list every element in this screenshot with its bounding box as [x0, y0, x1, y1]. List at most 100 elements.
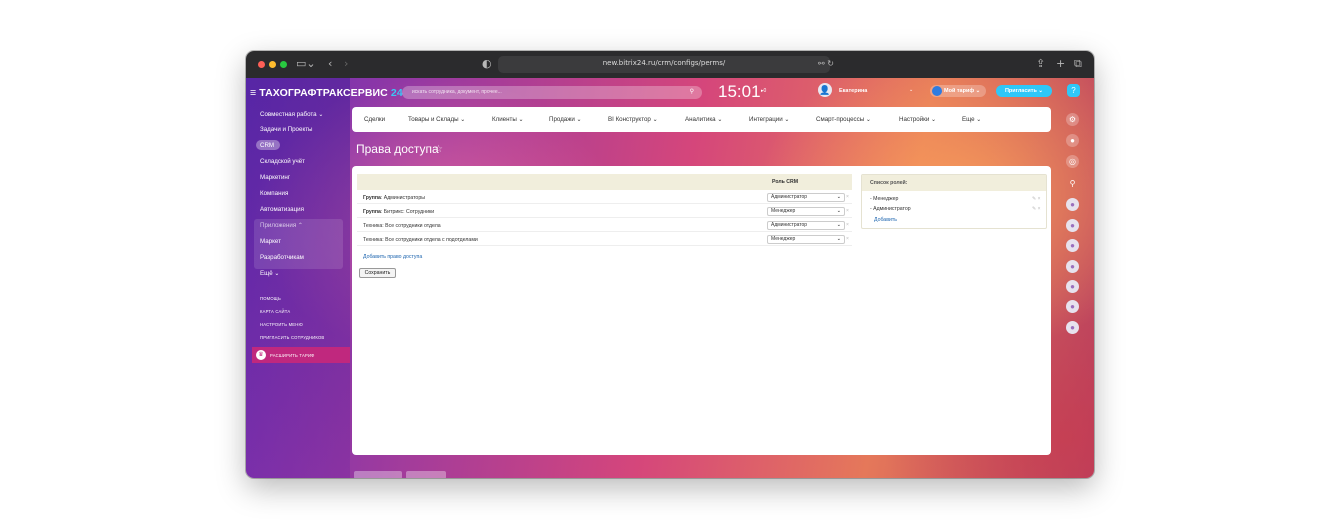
address-bar[interactable]: new.bitrix24.ru/crm/configs/perms/ [498, 56, 830, 73]
search-placeholder: искать сотрудника, документ, прочее... [412, 89, 502, 95]
translate-icon[interactable]: ⚯ ↻ [818, 57, 834, 71]
brand-name: ТАХОГРАФТРАКСЕРВИС [259, 87, 388, 99]
row-label: Техника: Все сотрудники отдела с подотде… [363, 237, 478, 243]
chevron-down-icon: ⌄ [836, 222, 841, 228]
user-menu-chevron-icon[interactable]: ⌄ [909, 87, 913, 93]
forward-icon[interactable]: › [344, 57, 348, 71]
sidebar-item-marketing[interactable]: Маркетинг [260, 174, 290, 181]
row-label: Группа: Администраторы [363, 195, 425, 201]
share-icon[interactable]: ⇪ [1036, 57, 1045, 71]
sidebar-item-company[interactable]: Компания [260, 190, 288, 197]
delete-row-icon[interactable]: × [846, 208, 849, 214]
role-select[interactable]: Менеджер ⌄ [767, 235, 845, 244]
nav-item-clients[interactable]: Клиенты ⌄ [492, 116, 524, 123]
row-label: Техника: Все сотрудники отдела [363, 223, 441, 229]
user-avatar[interactable]: 👤 [818, 83, 832, 97]
clock[interactable]: 15:01 [718, 82, 761, 102]
edit-delete-role-icon[interactable]: ✎ × [1032, 206, 1041, 212]
contact-avatar-4[interactable]: ● [1066, 260, 1079, 273]
upgrade-label: расширить тариф [270, 353, 315, 358]
search-icon: ⚲ [689, 89, 694, 95]
delete-row-icon[interactable]: × [846, 236, 849, 242]
bitrix-page: ≡ ТАХОГРАФТРАКСЕРВИС 24 Совместная работ… [246, 78, 1094, 478]
crm-nav-bar: Сделки Товары и Склады ⌄ Клиенты ⌄ Прода… [352, 107, 1051, 132]
sidebar-link-configure-menu[interactable]: настроить меню [260, 322, 303, 327]
brand-suffix: 24 [390, 87, 403, 99]
notifications-icon[interactable]: ● [1066, 134, 1079, 147]
role-select[interactable]: Администратор ⌄ [767, 193, 845, 202]
permissions-panel: Роль CRM Группа: Администраторы Админист… [352, 166, 1051, 455]
column-header-role: Роль CRM [772, 179, 799, 185]
sidebar-link-sitemap[interactable]: карта сайта [260, 309, 290, 314]
invite-button[interactable]: Пригласить ⌄ [996, 85, 1052, 97]
sidebar-item-tasks[interactable]: Задачи и Проекты [260, 126, 313, 133]
sidebar-item-market[interactable]: Маркет [260, 238, 281, 245]
nav-item-settings[interactable]: Настройки ⌄ [899, 116, 936, 123]
role-select[interactable]: Администратор ⌄ [767, 221, 845, 230]
workday-play-icon[interactable]: ▸0 [761, 88, 766, 94]
invite-label: Пригласить [1004, 88, 1037, 94]
sidebar-item-developers[interactable]: Разработчикам [260, 254, 304, 261]
table-row: Группа: Битрикс: Сотрудники Менеджер ⌄ × [357, 205, 852, 218]
nav-item-integrations[interactable]: Интеграции ⌄ [749, 116, 790, 123]
nav-item-sales[interactable]: Продажи ⌄ [549, 116, 582, 123]
edit-delete-role-icon[interactable]: ✎ × [1032, 196, 1041, 202]
plan-icon [932, 86, 942, 96]
role-item-admin[interactable]: - Администратор [870, 206, 911, 212]
sidebar-item-automation[interactable]: Автоматизация [260, 206, 304, 213]
sidebar-item-inventory[interactable]: Складской учёт [260, 158, 305, 165]
page-title: Права доступа [356, 142, 439, 156]
save-button[interactable]: Сохранить [359, 268, 396, 278]
zoom-window-button[interactable] [280, 61, 287, 68]
new-tab-icon[interactable]: + [1056, 57, 1065, 71]
nav-item-deals[interactable]: Сделки [364, 116, 385, 123]
footer-button[interactable] [354, 471, 402, 478]
sidebar-toggle-icon[interactable]: ▭⌄ [296, 57, 316, 71]
minimize-window-button[interactable] [269, 61, 276, 68]
nav-item-smart-processes[interactable]: Смарт-процессы ⌄ [816, 116, 871, 123]
sidebar-link-help[interactable]: помощь [260, 296, 281, 301]
sidebar-item-collab[interactable]: Совместная работа ⌄ [260, 111, 324, 118]
nav-item-more[interactable]: Еще ⌄ [962, 116, 982, 123]
search-input[interactable]: искать сотрудника, документ, прочее... ⚲ [402, 86, 702, 99]
contacts-search-icon[interactable]: ⚲ [1066, 177, 1079, 190]
hamburger-icon[interactable]: ≡ [250, 87, 259, 99]
sidebar-item-apps[interactable]: Приложения ⌃ [260, 222, 303, 229]
shield-icon[interactable]: ◐ [482, 57, 492, 71]
chat-icon[interactable]: ◎ [1066, 155, 1079, 168]
favorite-star-icon[interactable]: ☆ [434, 144, 443, 155]
upgrade-plan-button[interactable]: ♛ расширить тариф [252, 347, 350, 363]
add-access-link[interactable]: Добавить право доступа [363, 254, 422, 260]
portal-brand[interactable]: ≡ ТАХОГРАФТРАКСЕРВИС 24 [250, 87, 403, 99]
nav-item-products[interactable]: Товары и Склады ⌄ [408, 116, 465, 123]
contact-avatar-7[interactable]: ● [1066, 321, 1079, 334]
delete-row-icon[interactable]: × [846, 194, 849, 200]
nav-item-bi[interactable]: BI Конструктор ⌄ [608, 116, 658, 123]
contact-avatar-6[interactable]: ● [1066, 300, 1079, 313]
role-select[interactable]: Менеджер ⌄ [767, 207, 845, 216]
contact-avatar-5[interactable]: ● [1066, 280, 1079, 293]
my-plan-label: Мой тариф [944, 88, 975, 94]
role-item-manager[interactable]: - Менеджер [870, 196, 898, 202]
roles-list-title: Список ролей: [862, 175, 1046, 191]
browser-toolbar: ▭⌄ ‹ › ◐ new.bitrix24.ru/crm/configs/per… [246, 51, 1094, 78]
sidebar-item-crm[interactable]: CRM [260, 142, 274, 149]
nav-item-analytics[interactable]: Аналитика ⌄ [685, 116, 723, 123]
back-icon[interactable]: ‹ [328, 57, 332, 71]
roles-list-box: Список ролей: - Менеджер ✎ × - Администр… [861, 174, 1047, 229]
settings-icon[interactable]: ⚙ [1066, 113, 1079, 126]
chevron-down-icon: ⌄ [836, 208, 841, 214]
contact-avatar-3[interactable]: ● [1066, 239, 1079, 252]
permissions-table-header: Роль CRM [357, 174, 852, 190]
delete-row-icon[interactable]: × [846, 222, 849, 228]
user-name[interactable]: Екатерина [839, 88, 867, 94]
contact-avatar-1[interactable]: ● [1066, 198, 1079, 211]
footer-button[interactable] [406, 471, 446, 478]
help-icon[interactable]: ? [1067, 84, 1080, 97]
sidebar-link-invite[interactable]: пригласить сотрудников [260, 335, 324, 340]
tabs-overview-icon[interactable]: ⧉ [1074, 57, 1082, 71]
sidebar-item-more[interactable]: Ещё ⌄ [260, 270, 280, 277]
contact-avatar-2[interactable]: ● [1066, 219, 1079, 232]
add-role-link[interactable]: Добавить [874, 217, 897, 223]
close-window-button[interactable] [258, 61, 265, 68]
